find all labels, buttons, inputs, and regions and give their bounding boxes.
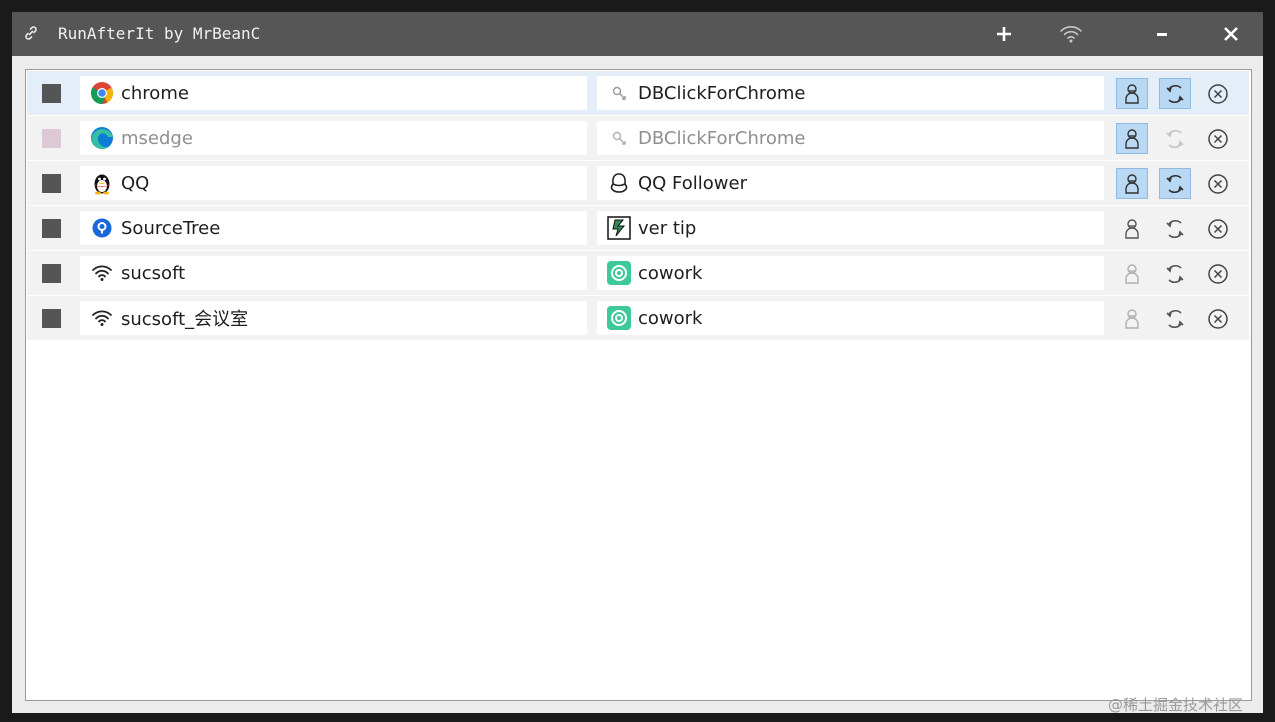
target-field[interactable]: cowork — [597, 256, 1104, 290]
close-button[interactable] — [1209, 12, 1253, 56]
remove-button[interactable] — [1202, 168, 1234, 199]
script-icon — [607, 126, 631, 150]
network-button[interactable] — [1049, 12, 1093, 56]
auto-restart-toggle[interactable] — [1159, 213, 1191, 244]
rule-row-sucsoft[interactable]: sucsoft cowork — [27, 251, 1249, 295]
rule-row-msedge[interactable]: msedge DBClickForChrome — [27, 116, 1249, 160]
program-name: sucsoft — [121, 262, 186, 284]
enable-checkbox[interactable] — [42, 129, 61, 148]
window-title: RunAfterIt by MrBeanC — [58, 24, 261, 43]
program-field[interactable]: SourceTree — [80, 211, 587, 245]
qq-penguin-icon — [90, 171, 114, 195]
target-name: DBClickForChrome — [638, 127, 806, 149]
wifi-icon — [90, 306, 114, 330]
auto-restart-toggle[interactable] — [1159, 168, 1191, 199]
enable-checkbox[interactable] — [42, 264, 61, 283]
app-window: RunAfterIt by MrBeanC chrome DBClickForC… — [12, 12, 1263, 713]
target-field[interactable]: QQ Follower — [597, 166, 1104, 200]
rule-list: chrome DBClickForChrome msedge DBClickFo… — [25, 69, 1252, 701]
link-icon — [22, 24, 40, 42]
remove-button[interactable] — [1202, 123, 1234, 154]
edge-icon — [90, 126, 114, 150]
remove-button[interactable] — [1202, 78, 1234, 109]
add-button[interactable] — [982, 12, 1026, 56]
chrome-icon — [90, 81, 114, 105]
rule-row-chrome[interactable]: chrome DBClickForChrome — [27, 71, 1249, 115]
program-name: SourceTree — [121, 217, 221, 239]
auto-restart-toggle[interactable] — [1159, 303, 1191, 334]
ver-tip-icon — [607, 216, 631, 240]
program-field[interactable]: msedge — [80, 121, 587, 155]
target-name: QQ Follower — [638, 172, 747, 194]
target-field[interactable]: cowork — [597, 301, 1104, 335]
enable-checkbox[interactable] — [42, 174, 61, 193]
target-name: DBClickForChrome — [638, 82, 806, 104]
program-field[interactable]: chrome — [80, 76, 587, 110]
auto-restart-toggle[interactable] — [1159, 258, 1191, 289]
minimize-button[interactable] — [1141, 12, 1185, 56]
target-field[interactable]: DBClickForChrome — [597, 76, 1104, 110]
program-name: sucsoft_会议室 — [121, 309, 249, 330]
cowork-icon — [607, 306, 631, 330]
program-name: chrome — [121, 82, 189, 104]
remove-button[interactable] — [1202, 213, 1234, 244]
program-name: QQ — [121, 172, 150, 194]
watermark: @稀土掘金技术社区 — [1108, 696, 1244, 714]
run-as-admin-toggle[interactable] — [1116, 168, 1148, 199]
program-name: msedge — [121, 127, 193, 149]
target-name: cowork — [638, 307, 703, 329]
auto-restart-toggle[interactable] — [1159, 123, 1191, 154]
enable-checkbox[interactable] — [42, 219, 61, 238]
qq-outline-icon — [607, 171, 631, 195]
run-as-admin-toggle[interactable] — [1116, 123, 1148, 154]
target-field[interactable]: ver tip — [597, 211, 1104, 245]
sourcetree-icon — [90, 216, 114, 240]
script-icon — [607, 81, 631, 105]
remove-button[interactable] — [1202, 258, 1234, 289]
run-as-admin-toggle[interactable] — [1116, 258, 1148, 289]
rule-row-sourcetree[interactable]: SourceTree ver tip — [27, 206, 1249, 250]
target-name: ver tip — [638, 217, 697, 239]
title-bar[interactable]: RunAfterIt by MrBeanC — [12, 12, 1263, 56]
cowork-icon — [607, 261, 631, 285]
target-name: cowork — [638, 262, 703, 284]
target-field[interactable]: DBClickForChrome — [597, 121, 1104, 155]
run-as-admin-toggle[interactable] — [1116, 78, 1148, 109]
program-field[interactable]: sucsoft — [80, 256, 587, 290]
rule-row-sucsoft-meeting-room[interactable]: sucsoft_会议室 cowork — [27, 296, 1249, 340]
run-as-admin-toggle[interactable] — [1116, 303, 1148, 334]
auto-restart-toggle[interactable] — [1159, 78, 1191, 109]
enable-checkbox[interactable] — [42, 84, 61, 103]
program-field[interactable]: QQ — [80, 166, 587, 200]
enable-checkbox[interactable] — [42, 309, 61, 328]
run-as-admin-toggle[interactable] — [1116, 213, 1148, 244]
rule-row-qq[interactable]: QQ QQ Follower — [27, 161, 1249, 205]
remove-button[interactable] — [1202, 303, 1234, 334]
wifi-icon — [90, 261, 114, 285]
program-field[interactable]: sucsoft_会议室 — [80, 301, 587, 335]
